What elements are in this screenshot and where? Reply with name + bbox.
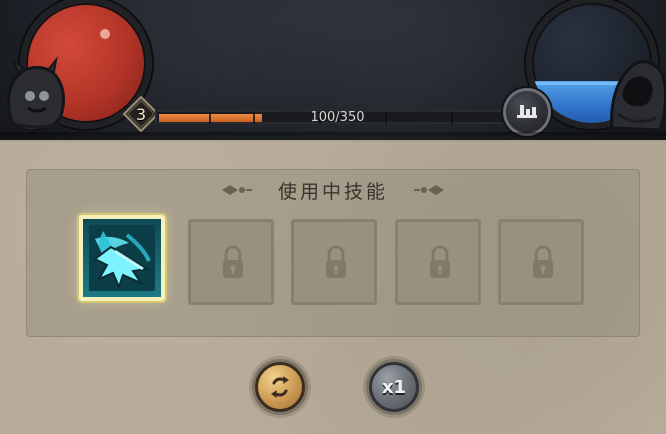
top-hud: 3 100/350 xyxy=(0,0,666,140)
skill-slot-3[interactable] xyxy=(291,219,377,305)
skill-slot-2[interactable] xyxy=(188,219,274,305)
health-orb-shine xyxy=(100,29,110,39)
lock-icon xyxy=(223,245,243,278)
stone-creature-left xyxy=(7,56,66,132)
skill-slot-5[interactable] xyxy=(498,219,584,305)
refresh-button[interactable] xyxy=(255,362,305,412)
stats-icon xyxy=(517,105,537,118)
skill-slot-1[interactable] xyxy=(79,215,165,301)
experience-bar: 100/350 xyxy=(155,110,520,125)
ice-spear-icon xyxy=(89,225,155,291)
title-ornament-right-icon xyxy=(414,185,444,195)
experience-bar-wrap: 100/350 xyxy=(135,104,535,128)
panel-top-shadow xyxy=(0,132,666,142)
hooded-figure-right xyxy=(610,60,666,132)
stats-button[interactable] xyxy=(503,88,551,136)
skills-title-bar: 使用中技能 xyxy=(220,175,446,205)
lock-icon xyxy=(430,245,450,278)
skill-slot-4[interactable] xyxy=(395,219,481,305)
game-screen: 3 100/350 使用中技能 x1 xyxy=(0,0,666,434)
lock-icon xyxy=(533,245,553,278)
refresh-icon xyxy=(271,376,289,398)
experience-text: 100/350 xyxy=(310,110,365,125)
speed-button[interactable]: x1 xyxy=(369,362,419,412)
lock-icon xyxy=(326,245,346,278)
speed-label: x1 xyxy=(381,376,407,398)
